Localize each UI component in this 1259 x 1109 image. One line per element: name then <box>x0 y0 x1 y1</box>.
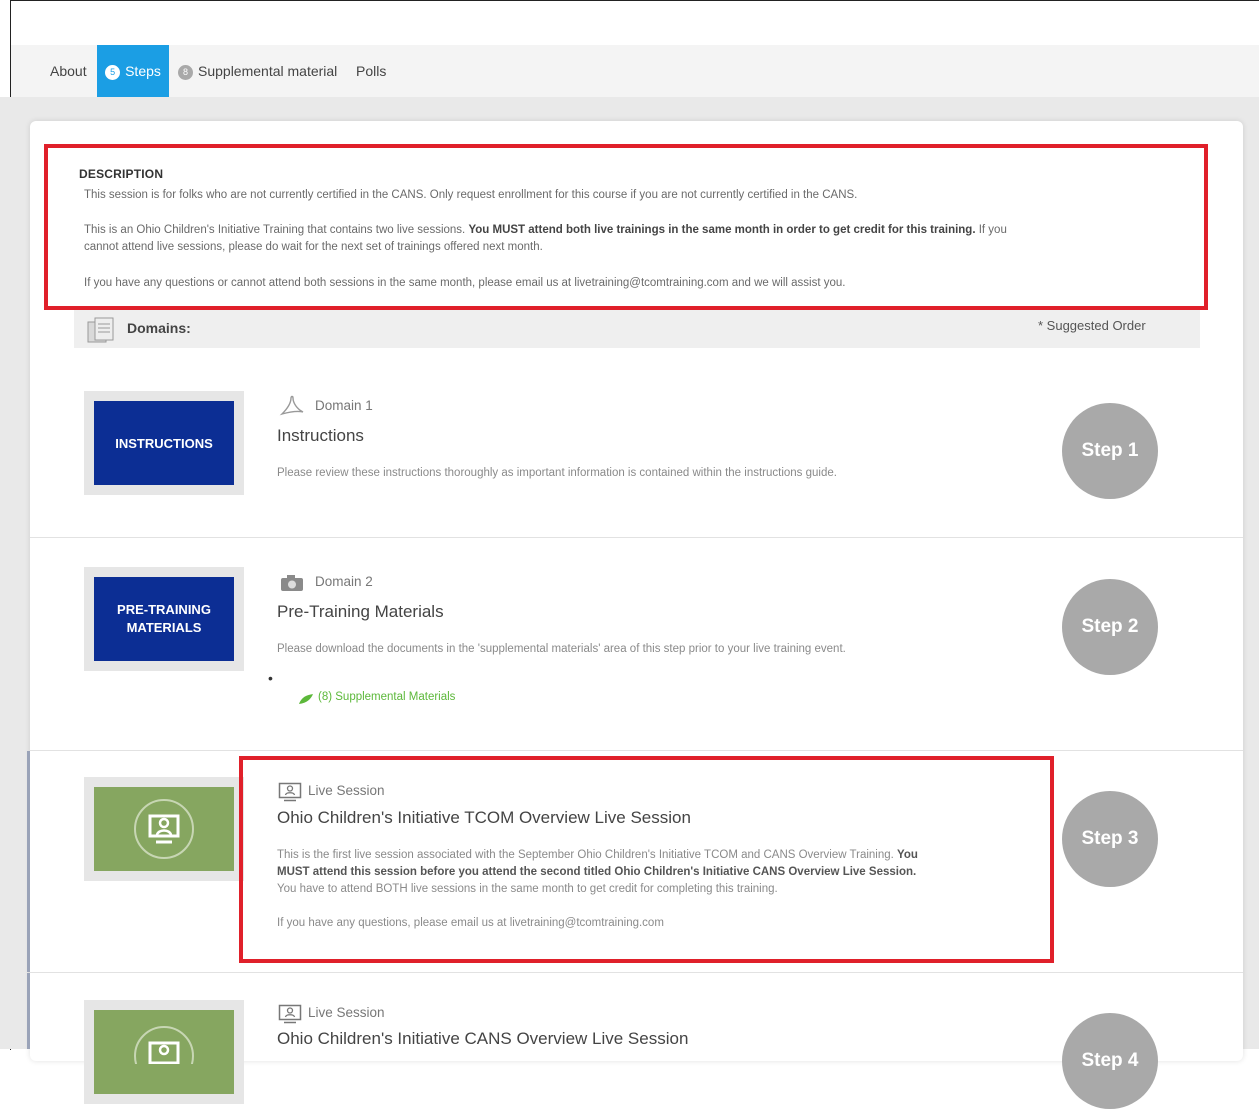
documents-icon <box>87 317 114 343</box>
domain-3-desc-bold-1: You <box>897 849 918 861</box>
domain-1-thumbnail[interactable]: INSTRUCTIONS <box>84 391 244 495</box>
step-4-button[interactable]: Step 4 <box>1062 1013 1158 1109</box>
description-p2-text: This is an Ohio Children's Initiative Tr… <box>84 224 469 236</box>
pdf-icon <box>279 395 304 416</box>
divider <box>30 537 1243 538</box>
description-p2-tail: If you <box>975 224 1007 236</box>
description-p2-bold: You MUST attend both live trainings in t… <box>468 224 976 236</box>
domain-2-thumb: PRE-TRAINING MATERIALS <box>94 577 234 661</box>
tab-steps-badge: 5 <box>105 65 121 80</box>
domain-2-thumb-line1: PRE-TRAINING <box>117 602 211 617</box>
tab-bar: About 5 Steps 8 Supplemental material Poll… <box>11 45 1259 98</box>
description-p2-line2: cannot attend live sessions, please do w… <box>84 241 543 253</box>
domain-1-description: Please review these instructions thoroug… <box>277 467 837 479</box>
live-session-thumb-icon <box>134 1026 194 1064</box>
step-3-button[interactable]: Step 3 <box>1062 791 1158 887</box>
top-bar <box>11 1 1259 46</box>
step-1-button[interactable]: Step 1 <box>1062 403 1158 499</box>
live-session-icon <box>278 1004 302 1024</box>
tab-supplemental[interactable]: 8 Supplemental material <box>178 45 337 97</box>
tab-polls[interactable]: Polls <box>356 45 386 97</box>
domains-header <box>74 310 1200 348</box>
domain-3-meta: Live Session <box>308 783 385 798</box>
domain-4-thumbnail[interactable] <box>84 1000 244 1104</box>
step-2-button[interactable]: Step 2 <box>1062 579 1158 675</box>
domain-4-thumb <box>94 1010 234 1094</box>
domain-4-meta: Live Session <box>308 1005 385 1020</box>
domains-label: Domains: <box>127 320 191 336</box>
divider <box>30 972 1243 973</box>
domain-3-desc-text: This is the first live session associate… <box>277 849 898 861</box>
active-indicator <box>27 973 30 1049</box>
active-indicator <box>27 751 30 972</box>
domain-1-meta: Domain 1 <box>315 398 373 413</box>
domain-3-thumbnail[interactable] <box>84 777 244 881</box>
domain-2-thumb-line2: MATERIALS <box>126 620 202 635</box>
divider <box>30 750 1243 751</box>
domain-2-description: Please download the documents in the 'su… <box>277 643 846 655</box>
domain-3-desc-bold-2: MUST attend this session before you atte… <box>277 866 917 878</box>
domain-3-title[interactable]: Ohio Children's Initiative TCOM Overview… <box>277 808 691 828</box>
live-session-thumb-icon <box>134 799 194 859</box>
domain-2-meta: Domain 2 <box>315 574 373 589</box>
domain-3-description: This is the first live session associate… <box>277 847 1037 898</box>
domain-3-contact: If you have any questions, please email … <box>277 917 664 929</box>
domain-3-desc-line3: You have to attend BOTH live sessions in… <box>277 883 778 895</box>
tab-steps[interactable]: 5 Steps <box>97 45 169 97</box>
domain-2-title[interactable]: Pre-Training Materials <box>277 602 444 622</box>
tab-polls-label: Polls <box>356 63 387 79</box>
description-paragraph-3: If you have any questions or cannot atte… <box>84 277 846 289</box>
camera-icon <box>281 575 303 591</box>
bullet: • <box>268 670 273 686</box>
tab-supplemental-badge: 8 <box>178 65 193 80</box>
tab-about-label: About <box>50 63 87 79</box>
tab-supplemental-label: Supplemental material <box>198 63 338 79</box>
tab-about[interactable]: About <box>50 45 87 97</box>
tab-steps-label: Steps <box>125 63 161 79</box>
domain-1-title[interactable]: Instructions <box>277 426 364 446</box>
supplemental-materials-link[interactable]: (8) Supplemental Materials <box>318 691 455 703</box>
description-paragraph-2: This is an Ohio Children's Initiative Tr… <box>84 222 1184 256</box>
suggested-order-note: * Suggested Order <box>1038 318 1146 333</box>
leaf-icon <box>299 694 313 704</box>
description-title: DESCRIPTION <box>79 167 164 181</box>
domain-1-thumb-label: INSTRUCTIONS <box>94 401 234 485</box>
domain-4-title[interactable]: Ohio Children's Initiative CANS Overview… <box>277 1029 688 1049</box>
domain-2-thumbnail[interactable]: PRE-TRAINING MATERIALS <box>84 567 244 671</box>
description-paragraph-1: This session is for folks who are not cu… <box>84 189 858 201</box>
live-session-icon <box>278 782 302 802</box>
domain-3-thumb <box>94 787 234 871</box>
